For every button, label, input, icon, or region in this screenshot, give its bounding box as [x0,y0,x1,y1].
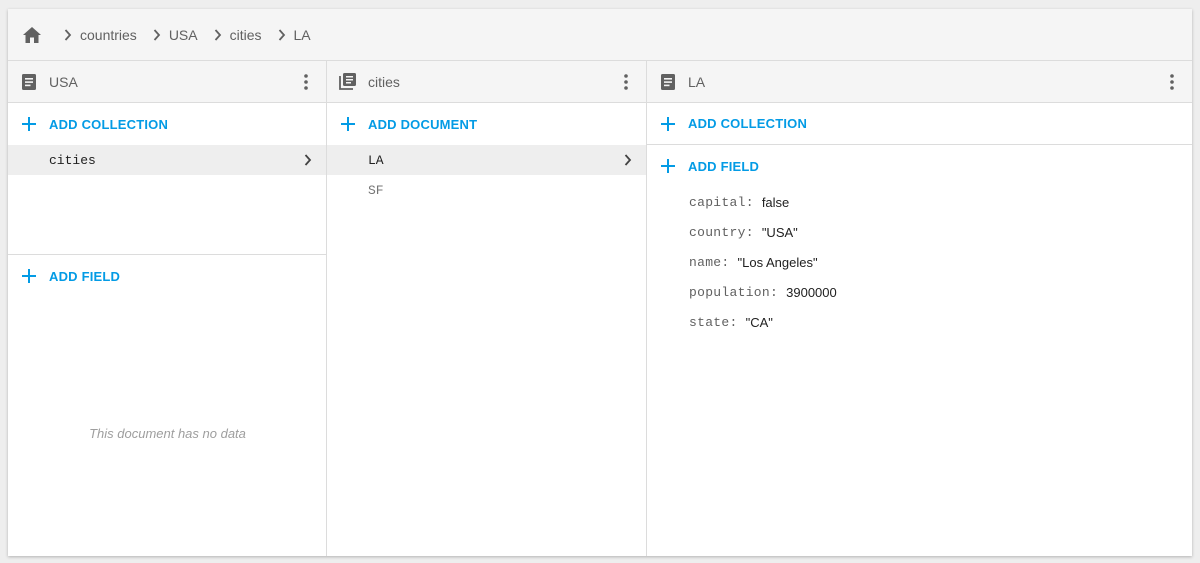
document-panel-usa: USA ADD COLLECTION cities ADD FIELD This… [8,61,327,556]
field-list: capital: false country: "USA" name: "Los… [647,187,1192,337]
add-field-label: ADD FIELD [49,268,121,284]
field-key: population: [689,284,779,300]
panel-header: cities [327,61,646,103]
panel-header: USA [8,61,326,103]
chevron-right-icon [145,28,169,41]
plus-icon [647,116,688,131]
add-collection-label: ADD COLLECTION [688,116,808,131]
add-field-button[interactable]: ADD FIELD [8,255,326,297]
chevron-right-icon [620,152,636,168]
add-field-label: ADD FIELD [688,158,760,174]
breadcrumb-item-usa[interactable]: USA [169,27,198,43]
field-key: name: [689,254,730,270]
firestore-data-viewer: countries USA cities LA USA ADD COLLECTI… [8,9,1192,556]
chevron-right-icon [300,152,316,168]
more-vert-icon[interactable] [1162,72,1182,92]
breadcrumb-item-countries[interactable]: countries [80,27,137,43]
list-item-cities[interactable]: cities [8,145,326,175]
document-icon [647,73,688,90]
field-key: state: [689,314,738,330]
chevron-right-icon [206,28,230,41]
add-document-button[interactable]: ADD DOCUMENT [327,103,646,145]
field-value: false [761,194,790,210]
home-button[interactable] [8,9,56,61]
breadcrumb: countries USA cities LA [8,9,1192,61]
add-document-label: ADD DOCUMENT [368,116,478,132]
list-item-la[interactable]: LA [327,145,646,175]
add-collection-label: ADD COLLECTION [49,116,169,132]
list-item-sf[interactable]: SF [327,175,646,205]
panel-title: USA [49,73,78,90]
more-vert-icon[interactable] [616,72,636,92]
field-row-state[interactable]: state: "CA" [647,307,1192,337]
field-row-population[interactable]: population: 3900000 [647,277,1192,307]
plus-icon [647,159,688,173]
plus-icon [327,117,368,131]
empty-document-message: This document has no data [89,426,246,441]
chevron-right-icon [270,28,294,41]
panel-title: cities [368,73,400,90]
field-value: "Los Angeles" [737,254,818,270]
panel-title: LA [688,73,706,90]
plus-icon [8,117,49,131]
list-item-label: cities [49,152,96,168]
add-collection-button[interactable]: ADD COLLECTION [647,103,1192,145]
field-key: capital: [689,194,754,210]
field-key: country: [689,224,754,240]
breadcrumb-item-la[interactable]: LA [294,27,311,43]
document-panel-la: LA ADD COLLECTION ADD FIELD capital: fal… [647,61,1192,556]
field-row-capital[interactable]: capital: false [647,187,1192,217]
chevron-right-icon [56,28,80,41]
collection-list: cities [8,145,326,255]
add-collection-button[interactable]: ADD COLLECTION [8,103,326,145]
plus-icon [8,269,49,283]
more-vert-icon[interactable] [296,72,316,92]
list-item-label: SF [368,182,384,198]
document-icon [8,73,49,90]
field-value: "CA" [745,314,773,330]
home-icon [23,26,41,43]
field-row-country[interactable]: country: "USA" [647,217,1192,247]
document-list: LA SF [327,145,646,205]
field-row-name[interactable]: name: "Los Angeles" [647,247,1192,277]
panel-header: LA [647,61,1192,103]
field-value: 3900000 [786,284,837,300]
field-value: "USA" [761,224,798,240]
breadcrumb-item-cities[interactable]: cities [230,27,262,43]
list-item-label: LA [368,152,384,168]
collection-panel-cities: cities ADD DOCUMENT LA SF [327,61,647,556]
collection-icon [327,73,368,90]
add-field-button[interactable]: ADD FIELD [647,145,1192,187]
